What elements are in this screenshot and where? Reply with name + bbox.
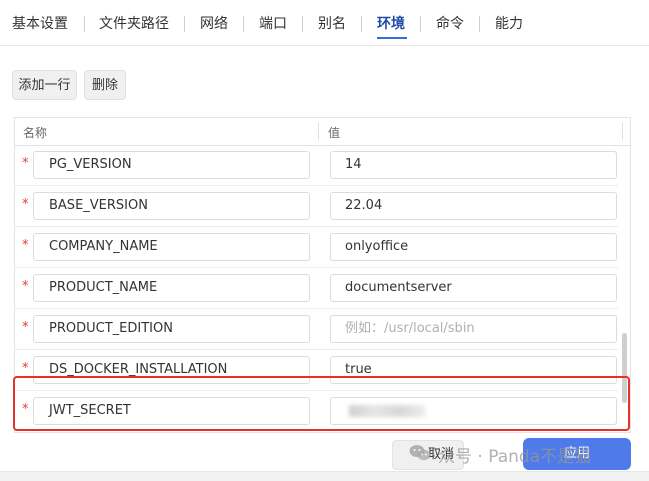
wechat-icon bbox=[409, 445, 431, 461]
tab-bar: 基本设置 文件夹路径 网络 端口 别名 环境 命令 能力 bbox=[0, 0, 649, 46]
table-scrollbar[interactable] bbox=[622, 333, 627, 403]
table-header: 名称 值 bbox=[15, 118, 630, 146]
table-row: * COMPANY_NAME onlyoffice bbox=[15, 227, 618, 268]
tab-command[interactable]: 命令 bbox=[436, 14, 464, 34]
required-mark: * bbox=[22, 238, 29, 253]
env-name-field[interactable]: BASE_VERSION bbox=[33, 192, 310, 220]
tab-divider bbox=[184, 16, 185, 32]
tab-divider bbox=[361, 16, 362, 32]
env-value-field[interactable]: 14 bbox=[330, 151, 617, 179]
required-mark: * bbox=[22, 279, 29, 294]
env-value-field[interactable] bbox=[330, 397, 617, 425]
env-name-field[interactable]: PRODUCT_NAME bbox=[33, 274, 310, 302]
tab-divider bbox=[243, 16, 244, 32]
env-name-field[interactable]: COMPANY_NAME bbox=[33, 233, 310, 261]
env-name-field[interactable]: JWT_SECRET bbox=[33, 397, 310, 425]
tab-divider bbox=[302, 16, 303, 32]
table-row: * PRODUCT_EDITION 例如：/usr/local/sbin bbox=[15, 309, 618, 350]
tab-network[interactable]: 网络 bbox=[200, 14, 228, 34]
env-value-field[interactable]: documentserver bbox=[330, 274, 617, 302]
delete-button[interactable]: 删除 bbox=[84, 70, 126, 100]
required-mark: * bbox=[22, 361, 29, 376]
env-table: 名称 值 * PG_VERSION 14 * BASE_VERSION 22.0… bbox=[14, 117, 631, 433]
tab-folder-path[interactable]: 文件夹路径 bbox=[99, 14, 169, 34]
header-value: 值 bbox=[328, 126, 341, 140]
env-name-field[interactable]: PRODUCT_EDITION bbox=[33, 315, 310, 343]
env-value-field[interactable]: 22.04 bbox=[330, 192, 617, 220]
env-name-field[interactable]: PG_VERSION bbox=[33, 151, 310, 179]
tab-divider bbox=[479, 16, 480, 32]
tab-basic-settings[interactable]: 基本设置 bbox=[12, 14, 68, 34]
add-row-button[interactable]: 添加一行 bbox=[12, 70, 77, 100]
redacted-value bbox=[349, 405, 425, 417]
required-mark: * bbox=[22, 197, 29, 212]
active-tab-indicator bbox=[377, 37, 407, 39]
table-row: * PG_VERSION 14 bbox=[15, 145, 618, 186]
required-mark: * bbox=[22, 402, 29, 417]
tab-divider bbox=[420, 16, 421, 32]
watermark-text: 众号 · Panda不是猫 bbox=[438, 447, 592, 467]
tab-divider bbox=[84, 16, 85, 32]
table-row: * BASE_VERSION 22.04 bbox=[15, 186, 618, 227]
table-row: * JWT_SECRET bbox=[15, 391, 618, 432]
env-value-field[interactable]: onlyoffice bbox=[330, 233, 617, 261]
header-divider bbox=[318, 122, 319, 140]
tab-environment[interactable]: 环境 bbox=[377, 14, 405, 34]
required-mark: * bbox=[22, 320, 29, 335]
tab-alias[interactable]: 别名 bbox=[318, 14, 346, 34]
header-divider bbox=[622, 122, 623, 140]
env-name-field[interactable]: DS_DOCKER_INSTALLATION bbox=[33, 356, 310, 384]
tab-ports[interactable]: 端口 bbox=[259, 14, 287, 34]
env-value-field[interactable]: true bbox=[330, 356, 617, 384]
placeholder-text: 例如：/usr/local/sbin bbox=[345, 321, 475, 336]
env-value-field[interactable]: 例如：/usr/local/sbin bbox=[330, 315, 617, 343]
required-mark: * bbox=[22, 156, 29, 171]
tab-capabilities[interactable]: 能力 bbox=[495, 14, 523, 34]
table-row: * DS_DOCKER_INSTALLATION true bbox=[15, 350, 618, 391]
header-name: 名称 bbox=[23, 126, 48, 140]
table-row: * PRODUCT_NAME documentserver bbox=[15, 268, 618, 309]
